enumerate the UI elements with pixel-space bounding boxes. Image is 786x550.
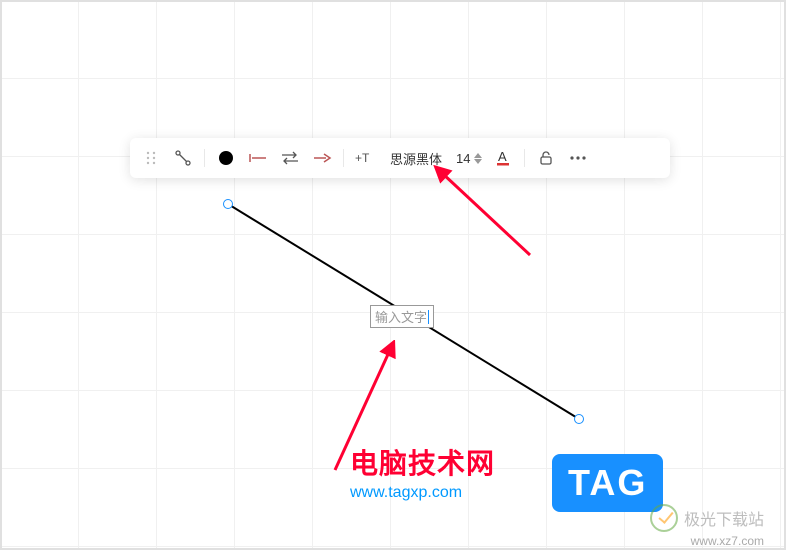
- line-end-style-button[interactable]: [307, 143, 337, 173]
- toolbar-separator: [204, 149, 205, 167]
- annotation-arrow-icon: [430, 165, 550, 265]
- connector-type-button[interactable]: [168, 143, 198, 173]
- line-endpoint-end[interactable]: [574, 414, 584, 424]
- line-start-style-button[interactable]: [243, 143, 273, 173]
- font-size-value: 14: [456, 151, 470, 166]
- stepper-arrows-icon[interactable]: [474, 153, 482, 164]
- font-size-stepper[interactable]: 14: [452, 151, 486, 166]
- fill-color-button[interactable]: [211, 143, 241, 173]
- watermark-site1: 电脑技术网 www.tagxp.com: [350, 442, 495, 502]
- drag-handle-icon[interactable]: [136, 143, 166, 173]
- line-endpoint-start[interactable]: [223, 199, 233, 209]
- watermark-logo-icon: [650, 504, 678, 532]
- text-placeholder: 输入文字: [375, 307, 427, 326]
- watermark-title: 电脑技术网: [350, 442, 495, 482]
- watermark-url: www.tagxp.com: [350, 484, 495, 502]
- add-text-button[interactable]: +T: [350, 143, 380, 173]
- floating-toolbar: +T 思源黑体 14 A: [130, 138, 670, 178]
- line-text-input[interactable]: 输入文字: [370, 305, 434, 328]
- watermark-site2-name: 极光下载站: [684, 506, 764, 530]
- watermark-site2: 极光下载站: [650, 504, 764, 532]
- toolbar-separator: [343, 149, 344, 167]
- watermark-site2-url: www.xz7.com: [691, 534, 764, 548]
- more-options-button[interactable]: [563, 143, 593, 173]
- line-swap-button[interactable]: [275, 143, 305, 173]
- text-cursor: [428, 310, 429, 324]
- tag-badge: TAG: [552, 454, 663, 512]
- svg-text:+T: +T: [355, 151, 370, 165]
- svg-text:A: A: [498, 149, 507, 164]
